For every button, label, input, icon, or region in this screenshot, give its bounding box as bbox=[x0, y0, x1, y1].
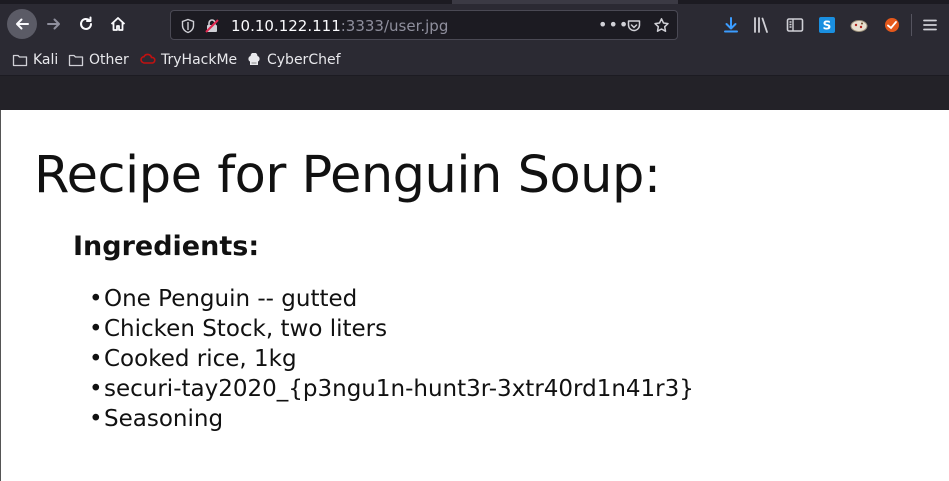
cyberchef-icon bbox=[248, 53, 260, 65]
home-button[interactable] bbox=[103, 9, 133, 39]
bookmark-label: Other bbox=[89, 52, 129, 68]
browser-chrome: 10.10.122.111:3333/user.jpg ••• S Kali O… bbox=[0, 0, 949, 110]
hamburger-menu-icon bbox=[923, 19, 937, 31]
list-item-text: Seasoning bbox=[104, 406, 224, 432]
tryhackme-icon bbox=[140, 53, 156, 64]
downloads-button[interactable] bbox=[721, 15, 741, 35]
list-item-text: securi-tay2020_{p3ngu1n-hunt3r-3xtr40rd1… bbox=[104, 376, 694, 402]
url-path: :3333/user.jpg bbox=[340, 17, 449, 35]
bookmark-label: Kali bbox=[33, 52, 59, 68]
shield-icon[interactable] bbox=[180, 18, 196, 34]
arrow-right-icon bbox=[47, 18, 60, 30]
list-item: • securi-tay2020_{p3ngu1n-hunt3r-3xtr40rd… bbox=[89, 374, 694, 404]
cookie-extension-icon bbox=[850, 20, 868, 32]
star-icon[interactable] bbox=[653, 17, 670, 34]
url-text[interactable]: 10.10.122.111:3333/user.jpg bbox=[231, 17, 448, 35]
sidebar-button[interactable] bbox=[785, 15, 805, 35]
bookmarks-toolbar: Kali Other TryHackMe CyberChef bbox=[0, 46, 949, 74]
toolbar-spacer bbox=[0, 76, 949, 110]
download-icon bbox=[724, 17, 738, 33]
s-extension-icon: S bbox=[819, 17, 835, 33]
library-icon bbox=[754, 17, 768, 33]
bookmark-tryhackme[interactable]: TryHackMe bbox=[140, 50, 237, 70]
insecure-lock-icon[interactable] bbox=[204, 18, 220, 34]
bookmark-kali[interactable]: Kali bbox=[12, 50, 58, 70]
arrow-left-icon bbox=[16, 18, 29, 30]
forward-button[interactable] bbox=[39, 9, 69, 39]
extension-button-2[interactable] bbox=[882, 15, 902, 35]
extension-button-1[interactable] bbox=[849, 15, 869, 35]
bullet: • bbox=[89, 406, 103, 432]
ingredients-list: • One Penguin -- gutted • Chicken Stock, t… bbox=[89, 284, 694, 434]
bookmark-label: CyberChef bbox=[267, 52, 341, 68]
list-item-text: One Penguin -- gutted bbox=[104, 286, 358, 312]
reload-icon bbox=[80, 16, 92, 30]
page-actions-icon[interactable]: ••• bbox=[598, 15, 629, 34]
folder-icon bbox=[12, 54, 28, 67]
bookmark-label: TryHackMe bbox=[161, 52, 238, 68]
list-item: • Seasoning bbox=[89, 404, 694, 434]
list-item: • One Penguin -- gutted bbox=[89, 284, 694, 314]
back-button[interactable] bbox=[7, 9, 37, 39]
reload-button[interactable] bbox=[71, 9, 101, 39]
navigation-toolbar: 10.10.122.111:3333/user.jpg ••• S bbox=[0, 4, 949, 44]
url-host: 10.10.122.111 bbox=[231, 17, 341, 35]
list-item-text: Cooked rice, 1kg bbox=[104, 346, 297, 372]
svg-text:S: S bbox=[823, 19, 832, 33]
page-title: Recipe for Penguin Soup: bbox=[34, 146, 661, 205]
bullet: • bbox=[89, 316, 103, 342]
pocket-icon[interactable] bbox=[626, 18, 642, 34]
list-item: • Cooked rice, 1kg bbox=[89, 344, 694, 374]
library-button[interactable] bbox=[752, 15, 772, 35]
address-bar[interactable]: 10.10.122.111:3333/user.jpg ••• bbox=[170, 10, 678, 40]
sidebar-icon bbox=[786, 18, 804, 32]
ingredients-heading: Ingredients: bbox=[73, 231, 260, 262]
bookmark-other[interactable]: Other bbox=[68, 50, 129, 70]
bookmark-cyberchef[interactable]: CyberChef bbox=[246, 50, 341, 70]
s-extension-button[interactable]: S bbox=[817, 15, 837, 35]
list-item-text: Chicken Stock, two liters bbox=[104, 316, 388, 342]
folder-icon bbox=[68, 54, 84, 67]
toolbar-separator bbox=[911, 14, 912, 36]
menu-button[interactable] bbox=[920, 15, 940, 35]
page-content: Recipe for Penguin Soup: Ingredients: • O… bbox=[0, 110, 949, 481]
list-item: • Chicken Stock, two liters bbox=[89, 314, 694, 344]
bullet: • bbox=[89, 286, 103, 312]
hackbar-extension-icon bbox=[885, 18, 899, 32]
home-icon bbox=[110, 17, 126, 31]
bullet: • bbox=[89, 346, 103, 372]
bullet: • bbox=[89, 376, 103, 402]
